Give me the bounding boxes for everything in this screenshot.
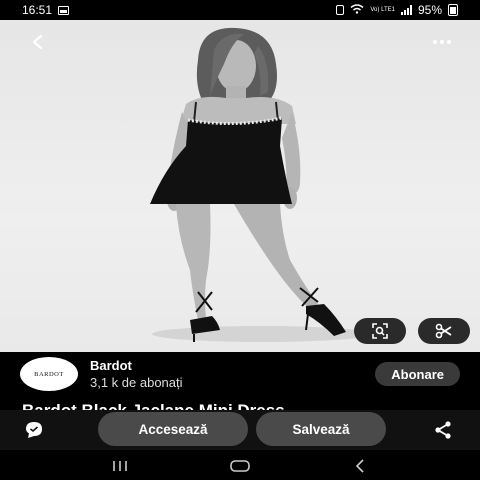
scissors-icon bbox=[435, 323, 452, 339]
pin-title: Bardot Black Jaclane Mini Dress bbox=[22, 398, 462, 410]
pin-image[interactable] bbox=[0, 20, 480, 352]
nav-back-button[interactable] bbox=[340, 454, 380, 478]
avatar[interactable]: BARDOT bbox=[20, 357, 78, 391]
comment-button[interactable] bbox=[20, 416, 48, 444]
creator-info[interactable]: Bardot 3,1 k de abonați bbox=[90, 358, 183, 390]
battery-icon bbox=[448, 4, 458, 16]
action-bar: Accesează Salvează bbox=[0, 410, 480, 450]
creator-name: Bardot bbox=[90, 358, 132, 373]
visual-search-button[interactable] bbox=[354, 318, 406, 344]
home-icon bbox=[230, 460, 250, 472]
follow-button[interactable]: Abonare bbox=[375, 362, 460, 386]
home-button[interactable] bbox=[220, 454, 260, 478]
signal-icon bbox=[400, 5, 412, 15]
share-icon bbox=[435, 421, 451, 439]
recents-button[interactable] bbox=[100, 454, 140, 478]
battery-percent: 95% bbox=[417, 3, 442, 17]
creator-row: BARDOT Bardot 3,1 k de abonați Abonare bbox=[0, 352, 480, 396]
network-label: Vo) LTE1 bbox=[370, 7, 395, 13]
share-button[interactable] bbox=[430, 417, 456, 443]
lock-icon bbox=[336, 5, 345, 15]
comment-icon bbox=[26, 422, 42, 438]
nav-back-icon bbox=[355, 459, 364, 473]
visit-button[interactable]: Accesează bbox=[98, 412, 248, 446]
back-arrow-icon bbox=[32, 34, 43, 50]
system-nav-bar bbox=[0, 452, 480, 480]
status-bar: 16:51 Vo) LTE1 95% bbox=[0, 0, 480, 20]
more-options-button[interactable] bbox=[428, 28, 456, 56]
subscriber-count: 3,1 k de abonați bbox=[90, 375, 183, 390]
avatar-text: BARDOT bbox=[34, 370, 64, 378]
wifi-icon bbox=[350, 3, 364, 17]
crop-button[interactable] bbox=[418, 318, 470, 344]
save-button[interactable]: Salvează bbox=[256, 412, 386, 446]
status-time: 16:51 bbox=[22, 3, 53, 17]
model-photo bbox=[150, 27, 372, 342]
more-dots-icon bbox=[433, 40, 437, 44]
back-button[interactable] bbox=[24, 28, 52, 56]
visual-search-icon bbox=[372, 323, 388, 339]
gallery-notification-icon bbox=[58, 5, 70, 15]
recents-icon bbox=[113, 461, 127, 471]
